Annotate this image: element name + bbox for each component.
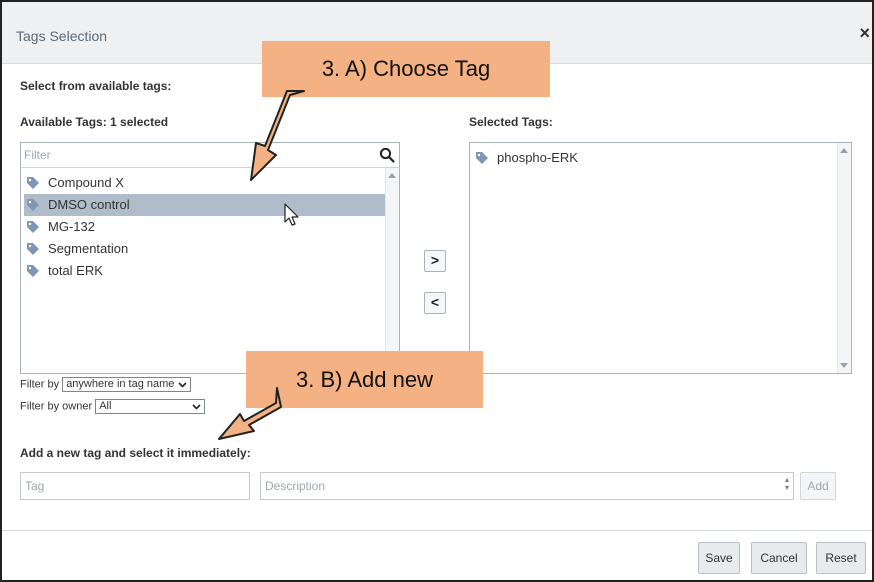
available-tag-item[interactable]: MG-132 <box>24 216 386 238</box>
cancel-button[interactable]: Cancel <box>751 542 807 574</box>
choose-tag-callout: 3. A) Choose Tag <box>262 41 550 97</box>
chevron-down-icon <box>192 404 201 410</box>
available-tag-item-selected[interactable]: DMSO control <box>24 194 386 216</box>
chevron-left-icon: < <box>430 294 440 310</box>
filter-input[interactable] <box>21 143 376 167</box>
tag-icon <box>27 265 39 277</box>
add-new-tag-header: Add a new tag and select it immediately: <box>20 446 251 460</box>
remove-from-selected-button[interactable]: < <box>424 292 446 314</box>
search-icon[interactable] <box>379 147 395 163</box>
selected-tags-list[interactable]: phospho-ERK <box>469 142 852 374</box>
tag-icon <box>27 221 39 233</box>
selected-list-scrollbar[interactable] <box>837 143 851 373</box>
scroll-down-arrow-icon[interactable] <box>840 363 848 368</box>
resize-handle-icon[interactable]: ▴ ▾ <box>785 476 789 492</box>
available-tag-item[interactable]: Compound X <box>24 172 386 194</box>
mouse-pointer-icon <box>284 203 299 226</box>
tag-label: phospho-ERK <box>497 150 578 165</box>
tag-label: total ERK <box>48 263 103 278</box>
save-button[interactable]: Save <box>698 542 740 574</box>
filter-by-owner-value: All <box>99 400 112 412</box>
tag-icon <box>476 152 488 164</box>
filter-by-value: anywhere in tag name <box>66 378 175 390</box>
tag-icon <box>27 243 39 255</box>
new-tag-description-field: ▴▾ <box>260 472 794 500</box>
tag-label: MG-132 <box>48 219 95 234</box>
filter-by-owner-select[interactable]: All <box>95 399 206 414</box>
chevron-right-icon: > <box>430 252 440 268</box>
tag-icon <box>27 199 39 211</box>
selected-tags-header: Selected Tags: <box>469 115 553 129</box>
filter-by-label: Filter by <box>20 378 60 391</box>
scroll-up-arrow-icon[interactable] <box>388 173 396 178</box>
new-tag-field <box>20 472 250 500</box>
reset-button[interactable]: Reset <box>816 542 866 574</box>
chevron-down-icon <box>178 382 187 388</box>
available-list-scrollbar[interactable] <box>385 168 399 373</box>
available-tag-item[interactable]: Segmentation <box>24 238 386 260</box>
new-tag-description-input[interactable] <box>261 473 793 499</box>
tag-label: Segmentation <box>48 241 129 256</box>
new-tag-input[interactable] <box>21 473 249 499</box>
dialog-title: Tags Selection <box>16 28 108 44</box>
tag-label: Compound X <box>48 175 124 190</box>
footer-divider <box>2 530 872 531</box>
available-tags-list[interactable]: Compound X DMSO control MG-132 Segmentat… <box>20 168 400 374</box>
add-new-callout: 3. B) Add new <box>246 351 483 408</box>
filter-by-row: Filter by anywhere in tag name <box>20 377 192 392</box>
available-tag-item[interactable]: total ERK <box>24 260 386 282</box>
select-from-label: Select from available tags: <box>20 79 172 93</box>
close-icon[interactable]: × <box>859 24 870 42</box>
scroll-up-arrow-icon[interactable] <box>840 148 848 153</box>
filter-by-select[interactable]: anywhere in tag name <box>62 377 192 392</box>
filter-by-owner-row: Filter by owner All <box>20 399 206 414</box>
filter-by-owner-label: Filter by owner <box>20 400 93 413</box>
add-tag-button[interactable]: Add <box>800 472 836 500</box>
tag-label: DMSO control <box>48 197 130 212</box>
selected-tag-item[interactable]: phospho-ERK <box>473 147 835 169</box>
available-tags-header: Available Tags: 1 selected <box>20 115 169 129</box>
filter-field <box>20 142 400 168</box>
tag-icon <box>27 177 39 189</box>
add-to-selected-button[interactable]: > <box>424 250 446 272</box>
